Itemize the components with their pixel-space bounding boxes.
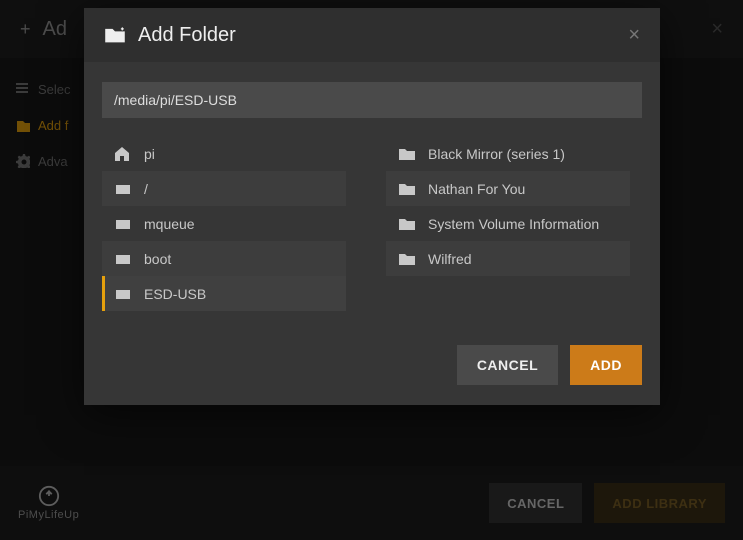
folder-icon xyxy=(398,216,416,232)
modal-title: Add Folder xyxy=(138,24,236,47)
drives-column: pi / mqueue boot ESD-USB xyxy=(102,136,346,311)
add-button[interactable]: ADD xyxy=(570,345,642,385)
folder-item[interactable]: Nathan For You xyxy=(386,171,630,206)
folder-icon xyxy=(398,181,416,197)
add-folder-modal: Add Folder × pi / mqueue boot ESD-USB Black … xyxy=(84,8,660,405)
modal-header: Add Folder × xyxy=(84,8,660,62)
drive-item[interactable]: boot xyxy=(102,241,346,276)
drive-item[interactable]: / xyxy=(102,171,346,206)
close-icon[interactable]: × xyxy=(628,24,640,47)
folder-icon xyxy=(398,146,416,162)
folder-label: Black Mirror (series 1) xyxy=(428,146,565,162)
cancel-button[interactable]: CANCEL xyxy=(457,345,558,385)
home-icon xyxy=(114,146,132,162)
folder-item[interactable]: Black Mirror (series 1) xyxy=(386,136,630,171)
drive-icon xyxy=(114,251,132,267)
folder-icon xyxy=(398,251,416,267)
modal-body: pi / mqueue boot ESD-USB Black Mirror (serie… xyxy=(84,62,660,327)
drive-label: mqueue xyxy=(144,216,195,232)
folder-item[interactable]: Wilfred xyxy=(386,241,630,276)
folder-plus-icon xyxy=(104,24,126,46)
drive-label: / xyxy=(144,181,148,197)
path-input[interactable] xyxy=(102,82,642,118)
modal-footer: CANCEL ADD xyxy=(84,327,660,405)
drive-item[interactable]: ESD-USB xyxy=(102,276,346,311)
folder-label: System Volume Information xyxy=(428,216,599,232)
drive-icon xyxy=(114,216,132,232)
folders-column: Black Mirror (series 1) Nathan For You Sys… xyxy=(386,136,630,311)
folder-label: Wilfred xyxy=(428,251,472,267)
drive-icon xyxy=(114,181,132,197)
drive-item[interactable]: pi xyxy=(102,136,346,171)
drive-label: boot xyxy=(144,251,171,267)
drive-label: pi xyxy=(144,146,155,162)
folder-browser: pi / mqueue boot ESD-USB Black Mirror (serie… xyxy=(102,136,642,311)
drive-icon xyxy=(114,286,132,302)
drive-label: ESD-USB xyxy=(144,286,206,302)
folder-label: Nathan For You xyxy=(428,181,525,197)
drive-item[interactable]: mqueue xyxy=(102,206,346,241)
folder-item[interactable]: System Volume Information xyxy=(386,206,630,241)
